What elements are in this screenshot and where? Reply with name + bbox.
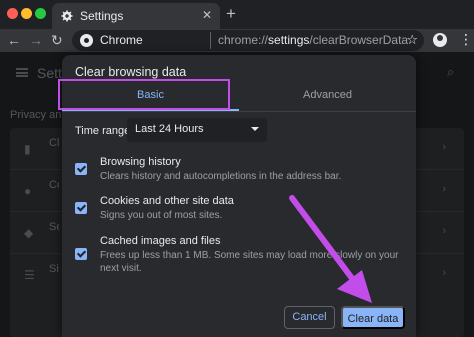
option-title: Cookies and other site data [100,195,234,207]
option-description: Clears history and autocompletions in th… [100,171,342,182]
tab-settings[interactable]: Settings ✕ [52,3,220,29]
row-label: Site settings [49,263,59,275]
time-range-label: Time range [75,125,131,137]
more-menu-icon[interactable]: ⋮ [459,31,473,47]
new-tab-button[interactable]: + [226,5,236,22]
profile-avatar-icon[interactable] [433,33,447,47]
reload-icon[interactable]: ↻ [51,32,63,48]
dialog-title: Clear browsing data [75,65,187,79]
chevron-right-icon: › [442,141,446,153]
clear-data-button[interactable]: Clear data [341,306,405,329]
option-description: Signs you out of most sites. [100,210,223,221]
time-range-select[interactable]: Last 24 Hours [127,118,267,142]
chrome-icon [80,34,93,47]
cookie-icon: ● [24,184,32,198]
address-bar[interactable]: Chrome chrome://settings/clearBrowserDat… [72,30,424,51]
tab-advanced[interactable]: Advanced [239,82,416,111]
cancel-button[interactable]: Cancel [284,306,335,329]
annotation-highlight-box [58,79,230,110]
forward-icon[interactable]: → [29,32,43,48]
cached-images-checkbox[interactable] [75,248,87,260]
tab-title: Settings [80,9,124,23]
option-title: Browsing history [100,156,181,168]
address-divider [210,32,211,49]
option-description: Frees up less than 1 MB. Some sites may … [100,250,399,274]
hamburger-menu-icon[interactable] [16,68,28,77]
close-tab-icon[interactable]: ✕ [202,8,212,22]
tab-strip: Settings ✕ + [0,0,474,29]
browsing-history-checkbox[interactable] [75,163,87,175]
browser-toolbar: ← → ↻ Chrome chrome://settings/clearBrow… [0,29,474,52]
back-icon[interactable]: ← [7,32,21,48]
cookies-checkbox[interactable] [75,202,87,214]
row-label: Cookies and other site data [49,179,59,191]
address-host: Chrome [100,33,143,47]
caret-down-icon [251,127,259,131]
bookmark-star-icon[interactable]: ☆ [406,32,418,48]
browser-window: Settings ✕ + ← → ↻ Chrome chrome://setti… [0,0,474,337]
shield-icon: ◆ [24,226,34,240]
sliders-icon: ☰ [24,268,35,282]
maximize-window-button[interactable] [35,8,46,19]
tabs-divider [62,111,416,112]
option-title: Cached images and files [100,235,221,247]
gear-icon [61,10,73,22]
chevron-right-icon: › [442,183,446,195]
chevron-right-icon: › [442,267,446,279]
chevron-right-icon: › [442,225,446,237]
search-icon[interactable]: ⌕ [447,64,454,80]
address-url: chrome://settings/clearBrowserData [218,33,409,47]
trash-icon: ▮ [24,142,31,156]
clear-browsing-data-dialog: Clear browsing data Basic Advanced Time … [58,55,416,337]
row-label: Security [49,221,59,233]
row-label: Clear browsing data [49,137,59,149]
minimize-window-button[interactable] [21,8,32,19]
time-range-value: Last 24 Hours [135,123,204,135]
close-window-button[interactable] [7,8,18,19]
